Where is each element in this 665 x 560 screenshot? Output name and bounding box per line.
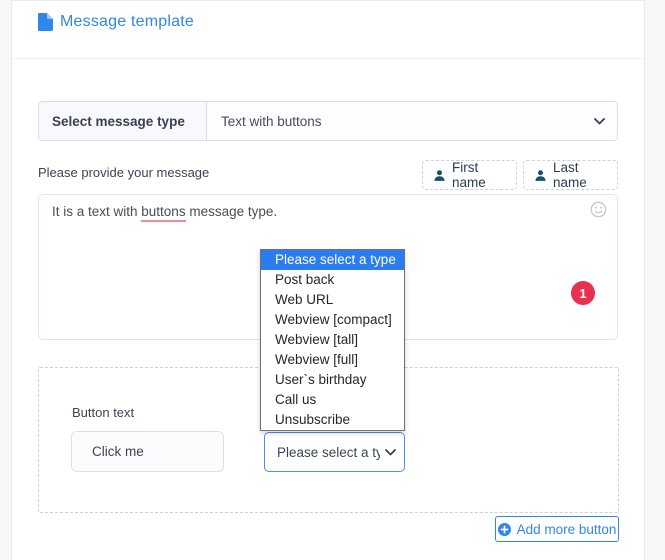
dropdown-option[interactable]: Post back — [261, 270, 404, 290]
dropdown-option[interactable]: Call us — [261, 390, 404, 410]
button-type-select-value: Please select a ty — [277, 445, 380, 460]
chevron-down-icon — [594, 118, 605, 125]
last-name-button[interactable]: Last name — [523, 160, 618, 190]
document-icon — [38, 13, 53, 31]
person-icon — [534, 169, 547, 182]
message-type-select[interactable]: Text with buttons — [207, 102, 617, 140]
add-more-button-label: Add more button — [517, 522, 617, 537]
card-header: Message template — [12, 1, 644, 59]
page-title: Message template — [60, 13, 194, 31]
button-type-select[interactable]: Please select a ty — [264, 432, 405, 472]
message-type-label: Select message type — [39, 102, 207, 140]
message-type-selected-value: Text with buttons — [221, 114, 322, 129]
message-text: It is a text with buttons message type. — [52, 204, 277, 219]
dropdown-option[interactable]: Webview [compact] — [261, 310, 404, 330]
last-name-button-label: Last name — [553, 160, 607, 190]
button-text-input[interactable] — [71, 431, 224, 472]
first-name-button[interactable]: First name — [422, 160, 517, 190]
chevron-down-icon — [385, 449, 396, 456]
page: Message template Select message type Tex… — [0, 0, 665, 552]
person-icon — [433, 169, 446, 182]
message-label: Please provide your message — [38, 165, 209, 180]
dropdown-option[interactable]: Webview [full] — [261, 350, 404, 370]
message-type-group: Select message type Text with buttons — [38, 101, 618, 141]
button-text-label: Button text — [72, 405, 134, 420]
misspelled-word: buttons — [141, 204, 185, 222]
add-more-button[interactable]: Add more button — [495, 516, 619, 542]
dropdown-option[interactable]: Please select a type — [261, 250, 404, 270]
first-name-button-label: First name — [452, 160, 506, 190]
emoji-picker-icon[interactable] — [590, 201, 607, 218]
dropdown-option[interactable]: Webview [tall] — [261, 330, 404, 350]
message-template-card: Message template Select message type Tex… — [11, 0, 645, 560]
dropdown-option[interactable]: User`s birthday — [261, 370, 404, 390]
dropdown-option[interactable]: Web URL — [261, 290, 404, 310]
dropdown-option[interactable]: Unsubscribe — [261, 410, 404, 430]
plus-circle-icon — [498, 523, 511, 536]
button-type-dropdown: Please select a type Post back Web URL W… — [260, 249, 405, 431]
notification-badge: 1 — [571, 281, 595, 305]
